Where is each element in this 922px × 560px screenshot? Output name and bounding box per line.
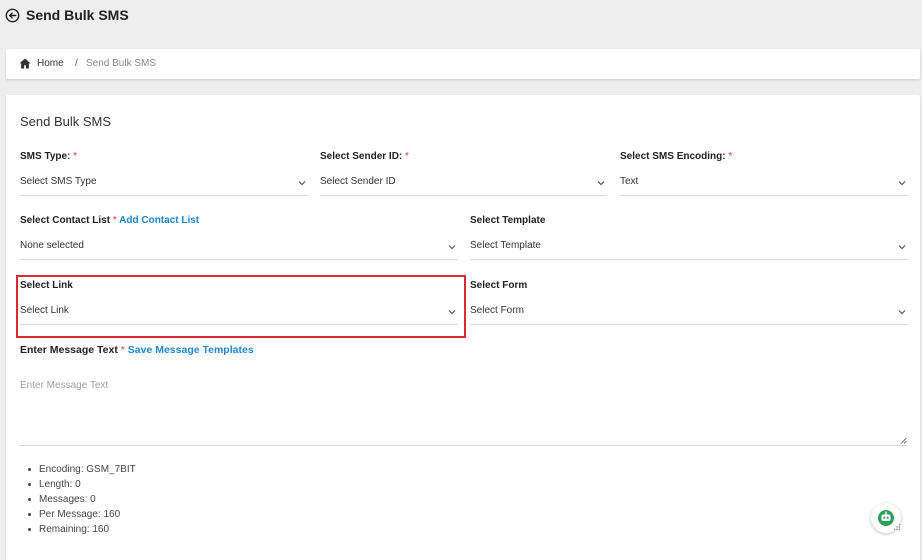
- form-label: Select Form: [470, 280, 528, 291]
- sms-type-value: Select SMS Type: [20, 176, 97, 187]
- message-label: Enter Message Text * Save Message Templa…: [20, 344, 254, 356]
- sms-encoding-value: Text: [620, 176, 639, 187]
- form-select[interactable]: Select Form: [470, 299, 908, 325]
- sms-type-label: SMS Type: *: [20, 151, 78, 162]
- chevron-down-icon: [898, 310, 906, 315]
- chevron-down-icon: [298, 181, 306, 186]
- page-title: Send Bulk SMS: [26, 7, 129, 23]
- card-title: Send Bulk SMS: [20, 114, 112, 129]
- back-arrow-icon[interactable]: [5, 8, 20, 23]
- template-label: Select Template: [470, 215, 546, 226]
- resize-handle-icon[interactable]: [900, 437, 907, 444]
- send-sms-card: Send Bulk SMS SMS Type: * Select SMS Typ…: [6, 95, 920, 560]
- stat-encoding: Encoding: GSM_7BIT: [26, 462, 136, 477]
- template-value: Select Template: [470, 240, 541, 251]
- breadcrumb-current: Send Bulk SMS: [86, 58, 157, 69]
- required-marker: *: [120, 344, 125, 356]
- required-marker: *: [728, 151, 733, 162]
- stat-length: Length: 0: [26, 477, 136, 492]
- stat-remaining: Remaining: 160: [26, 522, 136, 537]
- form-value: Select Form: [470, 305, 524, 316]
- sms-encoding-label: Select SMS Encoding: *: [620, 151, 733, 162]
- template-select[interactable]: Select Template: [470, 234, 908, 260]
- breadcrumb-separator: /: [75, 58, 78, 69]
- message-stats-list: Encoding: GSM_7BIT Length: 0 Messages: 0…: [26, 462, 136, 537]
- sender-id-label: Select Sender ID: *: [320, 151, 409, 162]
- required-marker: *: [405, 151, 409, 162]
- chevron-down-icon: [898, 245, 906, 250]
- page-header: Send Bulk SMS: [0, 0, 922, 36]
- sender-id-select[interactable]: Select Sender ID: [320, 170, 607, 196]
- message-placeholder: Enter Message Text: [20, 380, 109, 391]
- contact-list-label: Select Contact List * Add Contact List: [20, 215, 200, 226]
- chevron-down-icon: [448, 245, 456, 250]
- sms-encoding-select[interactable]: Text: [620, 170, 908, 196]
- select-link-highlight: [16, 275, 466, 338]
- home-icon[interactable]: [19, 58, 31, 69]
- save-message-templates-link[interactable]: Save Message Templates: [128, 344, 254, 356]
- stat-messages: Messages: 0: [26, 492, 136, 507]
- message-textarea[interactable]: Enter Message Text: [20, 371, 907, 446]
- chevron-down-icon: [597, 181, 605, 186]
- chevron-down-icon: [898, 181, 906, 186]
- required-marker: *: [73, 151, 78, 162]
- breadcrumb-home-link[interactable]: Home: [37, 58, 64, 69]
- breadcrumb: Home / Send Bulk SMS: [6, 49, 920, 79]
- contact-list-value: None selected: [20, 240, 84, 251]
- stat-per-message: Per Message: 160: [26, 507, 136, 522]
- sender-id-value: Select Sender ID: [320, 176, 396, 187]
- add-contact-list-link[interactable]: Add Contact List: [119, 215, 199, 226]
- required-marker: *: [112, 215, 117, 226]
- sms-type-select[interactable]: Select SMS Type: [20, 170, 308, 196]
- contact-list-select[interactable]: None selected: [20, 234, 458, 260]
- drag-grip-icon[interactable]: [893, 523, 901, 531]
